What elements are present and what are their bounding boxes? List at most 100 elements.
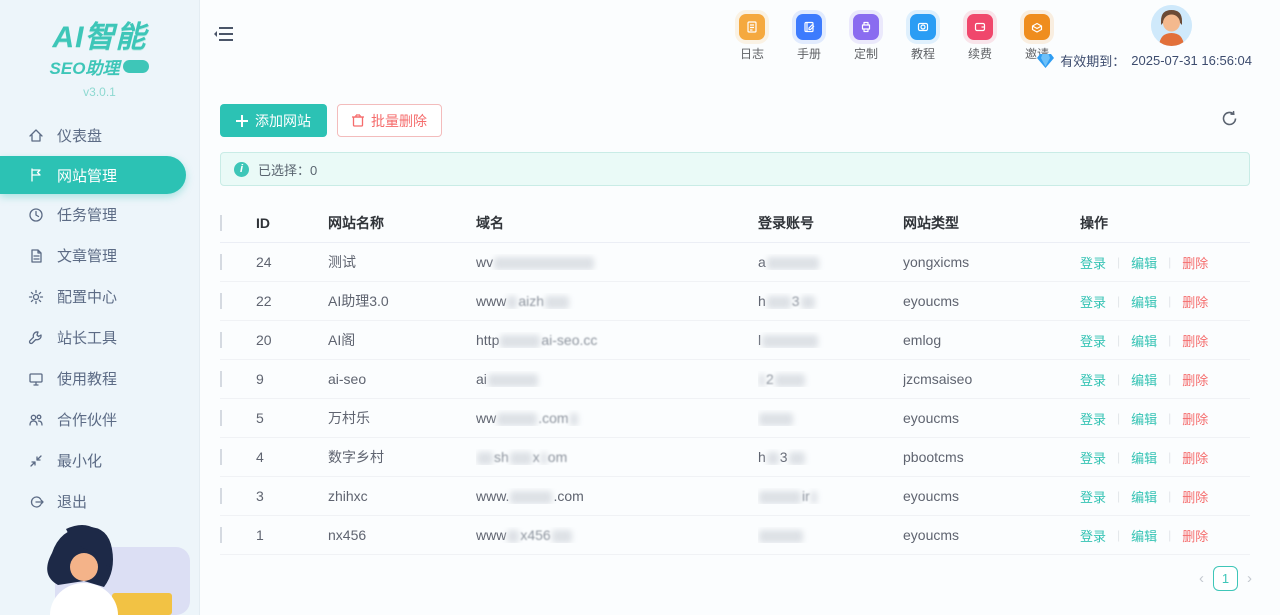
cell-name: AI阁 (328, 330, 476, 350)
logo-badge (123, 60, 149, 73)
login-action[interactable]: 登录 (1080, 331, 1106, 350)
sidebar-item-minimize[interactable]: 最小化 (0, 440, 199, 481)
delete-action[interactable]: 删除 (1182, 487, 1208, 506)
table-row: 4数字乡村shxomh3pbootcms登录|编辑|删除 (220, 438, 1250, 477)
row-checkbox[interactable] (220, 488, 222, 504)
action-separator: | (1117, 411, 1120, 425)
table-row: 22AI助理3.0wwwaizhh3eyoucms登录|编辑|删除 (220, 282, 1250, 321)
sidebar-item-label: 文章管理 (57, 245, 117, 266)
sidebar-item-label: 最小化 (57, 450, 102, 471)
row-checkbox[interactable] (220, 254, 222, 270)
login-action[interactable]: 登录 (1080, 448, 1106, 467)
cell-account: h3 (758, 293, 903, 309)
edit-action[interactable]: 编辑 (1131, 370, 1157, 389)
sidebar-item-articles[interactable]: 文章管理 (0, 235, 199, 276)
page-number[interactable]: 1 (1213, 566, 1238, 591)
quick-link-manual[interactable]: 手册 (794, 14, 824, 62)
delete-action[interactable]: 删除 (1182, 526, 1208, 545)
action-separator: | (1117, 450, 1120, 464)
action-separator: | (1168, 333, 1171, 347)
edit-action[interactable]: 编辑 (1131, 526, 1157, 545)
col-account: 登录账号 (758, 213, 903, 233)
sidebar-menu: 仪表盘网站管理任务管理文章管理配置中心站长工具使用教程合作伙伴最小化退出 (0, 115, 199, 522)
prev-page-arrow[interactable]: ‹ (1199, 571, 1204, 586)
edit-action[interactable]: 编辑 (1131, 253, 1157, 272)
delete-action[interactable]: 删除 (1182, 331, 1208, 350)
sidebar-item-tasks[interactable]: 任务管理 (0, 194, 199, 235)
action-separator: | (1117, 528, 1120, 542)
logo-text-line2: SEO助理 (50, 54, 120, 79)
next-page-arrow[interactable]: › (1247, 571, 1252, 586)
login-action[interactable]: 登录 (1080, 526, 1106, 545)
sidebar-collapse-icon[interactable] (214, 25, 234, 48)
add-website-button[interactable]: 添加网站 (220, 104, 327, 137)
action-separator: | (1117, 255, 1120, 269)
delete-action[interactable]: 删除 (1182, 292, 1208, 311)
delete-action[interactable]: 删除 (1182, 448, 1208, 467)
validity-row: 有效期到： 2025-07-31 16:56:04 (1037, 51, 1252, 70)
action-separator: | (1168, 489, 1171, 503)
cell-account: h3 (758, 449, 903, 465)
sidebar-item-tools[interactable]: 站长工具 (0, 317, 199, 358)
login-action[interactable]: 登录 (1080, 253, 1106, 272)
selection-count-text: 已选择：0 (258, 160, 317, 179)
login-action[interactable]: 登录 (1080, 487, 1106, 506)
edit-action[interactable]: 编辑 (1131, 331, 1157, 350)
action-separator: | (1117, 294, 1120, 308)
login-action[interactable]: 登录 (1080, 292, 1106, 311)
cell-id: 24 (256, 254, 328, 270)
edit-action[interactable]: 编辑 (1131, 292, 1157, 311)
row-checkbox[interactable] (220, 410, 222, 426)
wrench-icon (28, 330, 44, 346)
row-checkbox[interactable] (220, 332, 222, 348)
sidebar-item-partners[interactable]: 合作伙伴 (0, 399, 199, 440)
cell-id: 22 (256, 293, 328, 309)
sidebar-item-tutorial[interactable]: 使用教程 (0, 358, 199, 399)
custom-icon (853, 14, 879, 40)
row-checkbox[interactable] (220, 371, 222, 387)
invite-icon (1024, 14, 1050, 40)
cell-domain: www..com (476, 488, 758, 504)
delete-action[interactable]: 删除 (1182, 409, 1208, 428)
logo-text-line1: AI智能 (0, 12, 199, 56)
cell-account: ir (758, 488, 903, 504)
sidebar-item-dashboard[interactable]: 仪表盘 (0, 115, 199, 156)
trash-icon (352, 114, 364, 127)
batch-delete-button[interactable]: 批量删除 (337, 104, 442, 137)
quick-link-renew[interactable]: 续费 (965, 14, 995, 62)
cell-id: 20 (256, 332, 328, 348)
app-version: v3.0.1 (0, 85, 199, 99)
manual-icon (796, 14, 822, 40)
login-action[interactable]: 登录 (1080, 409, 1106, 428)
sidebar: AI智能 SEO助理 v3.0.1 仪表盘网站管理任务管理文章管理配置中心站长工… (0, 0, 200, 615)
cell-type: eyoucms (903, 488, 1080, 504)
table-row: 9ai-seoai2jzcmsaiseo登录|编辑|删除 (220, 360, 1250, 399)
row-checkbox[interactable] (220, 293, 222, 309)
refresh-icon[interactable] (1221, 110, 1238, 132)
gem-icon (1037, 54, 1054, 68)
quick-link-logs[interactable]: 日志 (737, 14, 767, 62)
login-action[interactable]: 登录 (1080, 370, 1106, 389)
cell-account (758, 410, 903, 426)
edit-action[interactable]: 编辑 (1131, 448, 1157, 467)
cell-name: AI助理3.0 (328, 291, 476, 311)
row-checkbox[interactable] (220, 449, 222, 465)
quick-link-label: 续费 (968, 45, 992, 62)
action-separator: | (1168, 372, 1171, 386)
row-checkbox[interactable] (220, 527, 222, 543)
user-avatar[interactable] (1151, 5, 1192, 46)
col-type: 网站类型 (903, 213, 1080, 233)
quick-link-custom[interactable]: 定制 (851, 14, 881, 62)
delete-action[interactable]: 删除 (1182, 253, 1208, 272)
sidebar-item-config[interactable]: 配置中心 (0, 276, 199, 317)
quick-link-course[interactable]: 教程 (908, 14, 938, 62)
col-actions: 操作 (1080, 213, 1250, 233)
cell-type: eyoucms (903, 527, 1080, 543)
delete-action[interactable]: 删除 (1182, 370, 1208, 389)
select-all-checkbox[interactable] (220, 215, 222, 231)
sidebar-item-websites[interactable]: 网站管理 (0, 156, 186, 194)
edit-action[interactable]: 编辑 (1131, 487, 1157, 506)
edit-action[interactable]: 编辑 (1131, 409, 1157, 428)
col-domain: 域名 (476, 213, 758, 233)
action-separator: | (1168, 528, 1171, 542)
